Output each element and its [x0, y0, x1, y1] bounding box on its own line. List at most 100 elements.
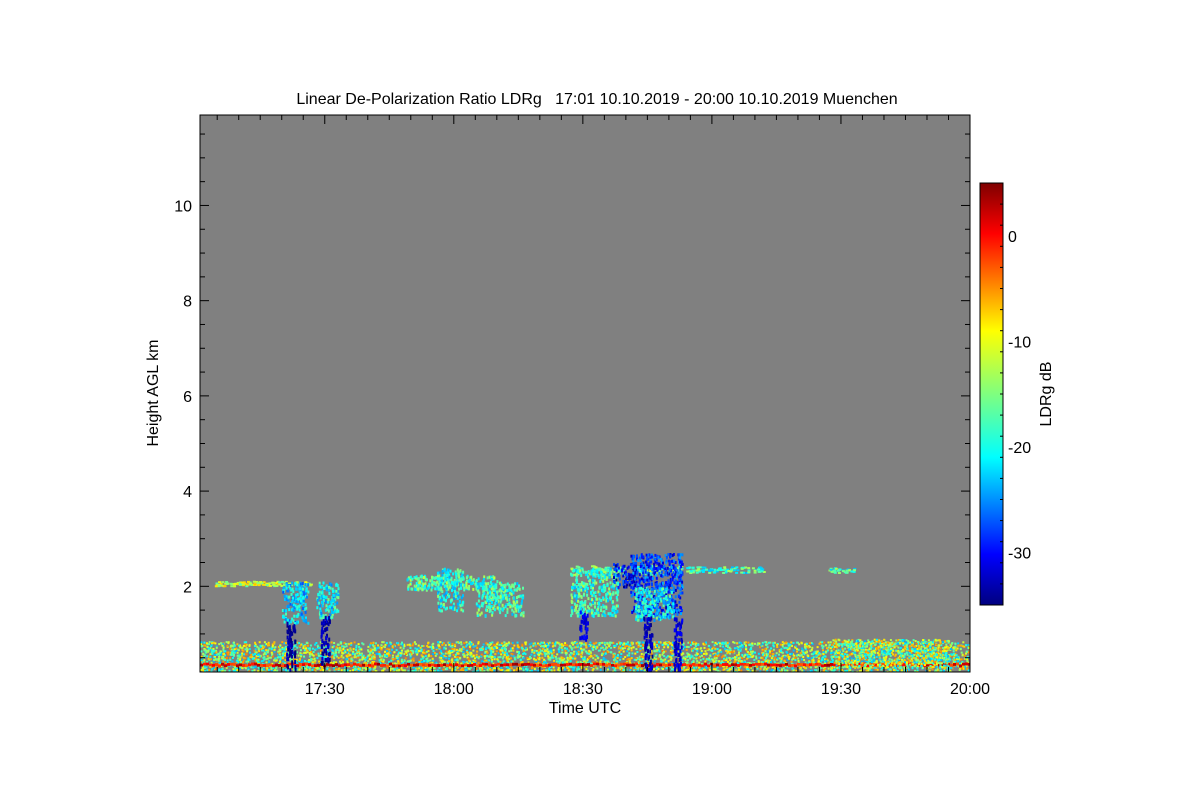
heatmap-cell [665, 656, 668, 659]
heatmap-cell [962, 641, 965, 644]
heatmap-cell [451, 647, 454, 650]
heatmap-cell [384, 650, 386, 653]
heatmap-cell [206, 646, 209, 648]
heatmap-cell [350, 642, 353, 645]
heatmap-cell [263, 656, 266, 659]
heatmap-cell [317, 663, 320, 667]
heatmap-cell [763, 666, 766, 669]
heatmap-cell [343, 646, 346, 648]
heatmap-cell [412, 650, 415, 653]
heatmap-cell [704, 662, 707, 666]
heatmap-cell [629, 669, 632, 672]
heatmap-cell [697, 656, 700, 659]
heatmap-cell [551, 642, 554, 645]
heatmap-cell [224, 650, 227, 653]
heatmap-cell [660, 658, 662, 661]
heatmap-cell [770, 661, 772, 663]
heatmap-cell [671, 668, 673, 671]
heatmap-cell [778, 653, 780, 656]
heatmap-cell [743, 661, 746, 664]
heatmap-cell [508, 650, 511, 653]
heatmap-cell [391, 654, 394, 657]
heatmap-cell [542, 647, 545, 650]
heatmap-cell [474, 660, 477, 663]
heatmap-cell [233, 651, 236, 654]
heatmap-cell [231, 651, 234, 654]
heatmap-cell [757, 660, 760, 663]
heatmap-cell [775, 652, 778, 655]
heatmap-cell [427, 654, 430, 657]
heatmap-cell [437, 664, 440, 667]
heatmap-cell [503, 663, 506, 667]
heatmap-cell [625, 642, 628, 645]
heatmap-cell [601, 652, 604, 655]
heatmap-cell [233, 644, 236, 647]
heatmap-cell [545, 669, 548, 672]
heatmap-cell [253, 644, 256, 647]
heatmap-cell [425, 663, 428, 667]
heatmap-cell [219, 653, 222, 656]
heatmap-cell [628, 654, 631, 657]
heatmap-cell [404, 664, 407, 668]
heatmap-cell [777, 657, 780, 660]
heatmap-cell [203, 641, 206, 644]
heatmap-cell [823, 658, 826, 661]
heatmap-cell [960, 651, 963, 654]
heatmap-cell [429, 666, 432, 669]
heatmap-cell [545, 652, 548, 655]
heatmap-cell [833, 666, 836, 669]
heatmap-cell [507, 641, 510, 644]
heatmap-cell [410, 653, 413, 656]
heatmap-cell [272, 664, 275, 668]
heatmap-cell [785, 641, 788, 644]
heatmap-cell [230, 654, 233, 656]
heatmap-cell [590, 655, 593, 658]
heatmap-cell [495, 650, 498, 653]
heatmap-cell [597, 649, 600, 652]
heatmap-cell [244, 648, 247, 651]
heatmap-cell [821, 658, 823, 661]
heatmap-cell [408, 643, 411, 646]
heatmap-cell [344, 663, 347, 667]
heatmap-cell [586, 659, 589, 662]
heatmap-cell [362, 656, 365, 659]
heatmap-cell [274, 669, 277, 672]
heatmap-cell [493, 646, 496, 649]
heatmap-cell [740, 642, 743, 645]
heatmap-cell [827, 663, 830, 667]
heatmap-cell [846, 653, 849, 656]
heatmap-cell [475, 653, 478, 656]
heatmap-cell [574, 646, 577, 649]
heatmap-cell [829, 647, 832, 650]
heatmap-cell [380, 658, 382, 661]
heatmap-cell [755, 657, 758, 660]
heatmap-cell [711, 641, 714, 644]
heatmap-cell [299, 666, 302, 668]
heatmap-cell [459, 656, 462, 659]
heatmap-cell [484, 650, 487, 653]
heatmap-cell [414, 668, 417, 671]
heatmap-cell [785, 651, 788, 653]
heatmap-cell [704, 660, 707, 663]
heatmap-cell [696, 653, 699, 655]
heatmap-cell [282, 660, 285, 663]
heatmap-cell [440, 655, 443, 657]
heatmap-cell [689, 664, 692, 668]
heatmap-cell [955, 649, 958, 652]
heatmap-cell [761, 643, 764, 646]
heatmap-cell [635, 662, 638, 666]
heatmap-cell [462, 651, 465, 653]
heatmap-cell [555, 657, 558, 660]
heatmap-cell [827, 649, 829, 652]
heatmap-cell [221, 662, 224, 666]
heatmap-cell [547, 658, 550, 661]
heatmap-cell [745, 648, 747, 651]
heatmap-cell [556, 641, 559, 644]
heatmap-cell [553, 669, 556, 672]
heatmap-cell [403, 645, 406, 648]
heatmap-cell [339, 641, 342, 644]
heatmap-cell [668, 663, 671, 667]
heatmap-cell [821, 641, 824, 644]
heatmap-cell [959, 644, 962, 647]
heatmap-cell [215, 663, 218, 666]
